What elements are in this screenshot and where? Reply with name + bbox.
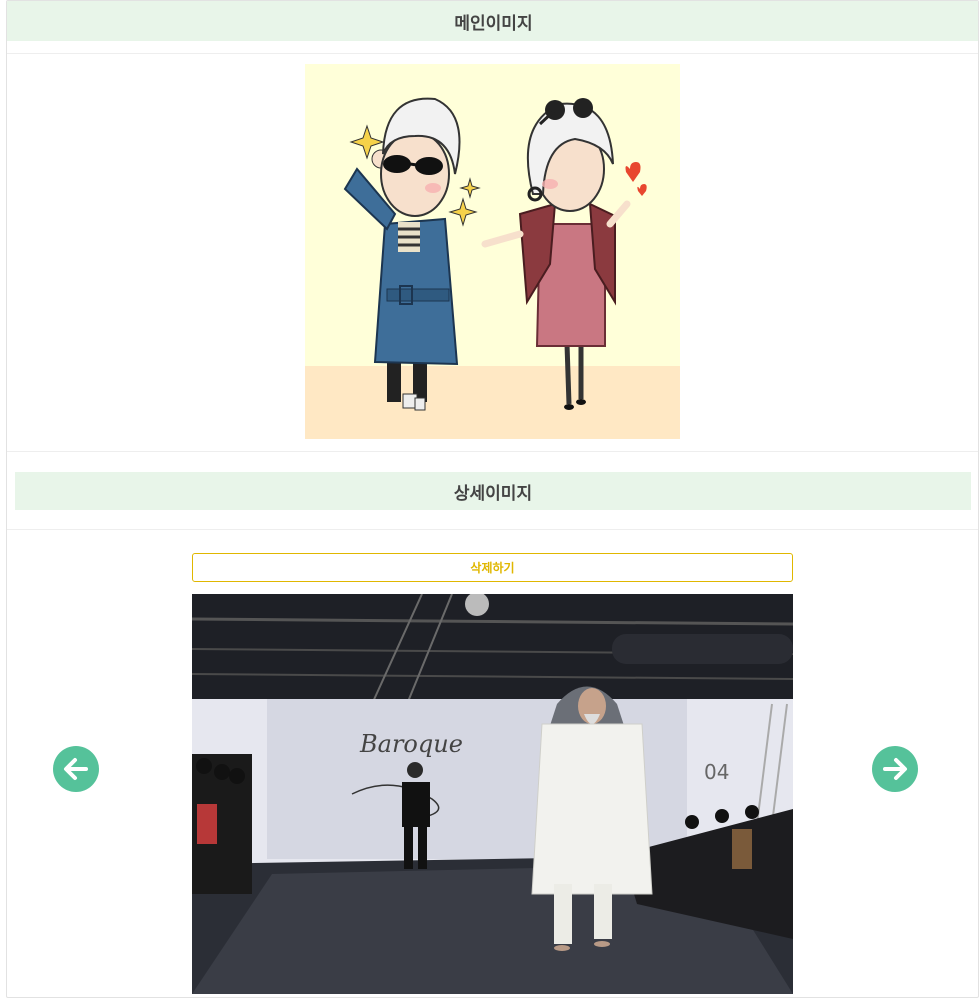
arrow-right-icon — [883, 758, 907, 780]
man-figure — [343, 97, 481, 411]
main-image — [305, 64, 680, 439]
arrow-left-icon — [64, 758, 88, 780]
woman-figure — [481, 98, 647, 410]
elderly-couple-illustration — [343, 97, 647, 411]
detail-image-title: 상세이미지 — [453, 483, 533, 504]
slide-number-text: 04 — [704, 760, 729, 784]
next-slide-button[interactable] — [872, 746, 918, 792]
prev-slide-button[interactable] — [53, 746, 99, 792]
runway-photo: Baroque 04 — [192, 594, 793, 994]
divider — [7, 451, 978, 452]
detail-slide-image: Baroque 04 — [192, 594, 793, 994]
image-panel: 메인이미지 상세이미지 삭제하기 Baroque 04 — [6, 0, 979, 998]
divider — [7, 53, 978, 54]
detail-image-header: 상세이미지 — [15, 472, 971, 510]
slide-backdrop-text: Baroque — [359, 730, 463, 758]
main-image-title: 메인이미지 — [454, 13, 533, 34]
divider — [7, 529, 978, 530]
delete-button[interactable]: 삭제하기 — [192, 553, 793, 582]
main-image-header: 메인이미지 — [7, 1, 978, 41]
